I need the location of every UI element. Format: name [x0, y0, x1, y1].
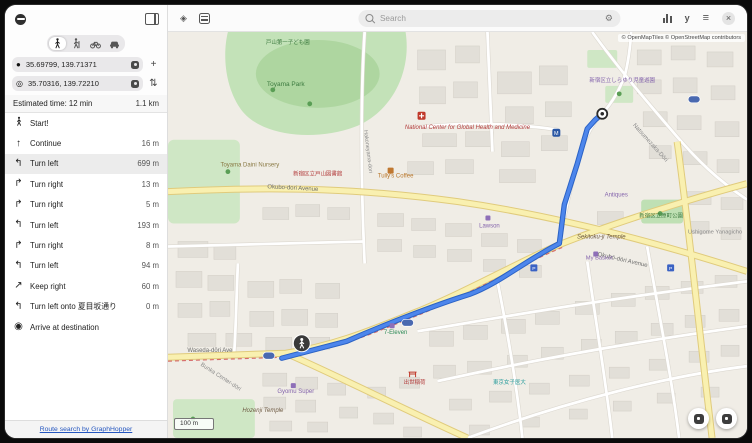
profile-bike-button[interactable]	[87, 37, 104, 50]
arrive-icon: ◉	[14, 321, 23, 333]
continue-icon: ↑	[16, 137, 21, 149]
turn-left-icon: ↰	[14, 300, 23, 312]
svg-text:Bunka Center-dōri: Bunka Center-dōri	[199, 362, 242, 393]
svg-text:M: M	[554, 131, 559, 137]
svg-text:Waseda-dōri Ave: Waseda-dōri Ave	[187, 348, 233, 354]
add-waypoint-button[interactable]: +	[147, 59, 160, 70]
turn-right-icon: ↱	[14, 239, 23, 251]
instruction-row[interactable]: ↰ Turn left onto 夏目坂通り 0 m	[5, 297, 167, 317]
metro-station-icon: M	[552, 128, 561, 137]
instruction-row[interactable]: ↑ Continue 16 m	[5, 133, 167, 153]
destination-input-row: ◎ ⇅	[5, 76, 167, 91]
close-button[interactable]: ×	[722, 11, 735, 25]
fit-route-icon	[693, 413, 704, 424]
search-bar[interactable]: ⚙	[357, 9, 620, 27]
start-marker-icon: ●	[16, 59, 21, 69]
turn-left-icon: ↰	[14, 219, 23, 231]
turn-right-icon: ↱	[14, 198, 23, 210]
turn-left-icon: ↰	[14, 259, 23, 271]
sidebar-toggle-icon[interactable]	[145, 13, 159, 25]
instruction-row[interactable]: ↱ Turn right 8 m	[5, 235, 167, 255]
svg-text:新宿区立原町公園: 新宿区立原町公園	[639, 212, 683, 220]
svg-text:新宿区立戸山図書館: 新宿区立戸山図書館	[293, 170, 343, 178]
destination-coordinate-input[interactable]	[25, 78, 128, 89]
instruction-row[interactable]: ↰ Turn left 193 m	[5, 215, 167, 235]
turn-right-icon: ↱	[14, 178, 23, 190]
locate-icon[interactable]	[131, 60, 139, 69]
walk-icon	[55, 38, 60, 49]
transit-icon[interactable]	[198, 12, 210, 24]
topbar: ◈ ⚙ y ≡ ×	[168, 5, 747, 32]
search-input[interactable]	[377, 12, 600, 24]
instruction-row[interactable]: ↗ Keep right 60 m	[5, 276, 167, 296]
filter-icon[interactable]: y	[685, 13, 690, 23]
svg-text:My Basket: My Basket	[586, 255, 613, 261]
map-attribution: © OpenMapTiles © OpenStreetMap contribut…	[617, 34, 745, 42]
directions-icon[interactable]: ◈	[180, 13, 187, 23]
svg-text:Toyama Park: Toyama Park	[267, 81, 306, 88]
map-canvas: M P P Toyama Park 戸山第一子ども園 National Cent…	[168, 32, 747, 438]
sidebar: ● + ◎ ⇅ Estimated time: 12 min 1.1 km	[5, 5, 168, 438]
map[interactable]: M P P Toyama Park 戸山第一子ども園 National Cent…	[168, 32, 747, 438]
bike-icon	[90, 41, 101, 48]
destination-marker-icon: ◎	[16, 78, 23, 88]
start-marker[interactable]	[292, 334, 311, 353]
sidebar-footer: Route search by GraphHopper	[5, 420, 167, 438]
instruction-row[interactable]: ↱ Turn right 13 m	[5, 174, 167, 194]
profile-foot-button[interactable]	[49, 37, 66, 50]
instruction-row[interactable]: ◉ Arrive at destination	[5, 317, 167, 337]
svg-text:出世稲荷: 出世稲荷	[404, 378, 426, 386]
search-icon	[364, 14, 373, 22]
svg-text:Toyama Daini Nursery: Toyama Daini Nursery	[220, 163, 279, 169]
svg-text:Gyomu Super: Gyomu Super	[277, 389, 314, 395]
app-window: ● + ◎ ⇅ Estimated time: 12 min 1.1 km	[5, 5, 747, 438]
profile-car-button[interactable]	[106, 37, 123, 50]
keep-right-icon: ↗	[14, 280, 23, 292]
hike-icon	[73, 38, 80, 49]
estimated-time: Estimated time: 12 min	[13, 99, 93, 108]
svg-text:新宿区立しらゆり児童遊園: 新宿区立しらゆり児童遊園	[589, 76, 655, 84]
walk-start-icon	[13, 116, 24, 130]
svg-text:Sekitoku-ji Temple: Sekitoku-ji Temple	[577, 234, 626, 240]
menu-icon[interactable]: ≡	[703, 12, 709, 24]
route-summary: Estimated time: 12 min 1.1 km	[5, 95, 167, 113]
svg-text:7-Eleven: 7-Eleven	[384, 330, 408, 336]
svg-text:National Center for Global Hea: National Center for Global Health and Me…	[405, 125, 531, 131]
locate-icon[interactable]	[131, 79, 139, 88]
settings-gear-icon[interactable]: ⚙	[605, 13, 613, 23]
svg-text:東京女子医大: 東京女子医大	[493, 378, 526, 386]
svg-text:戸山第一子ども園: 戸山第一子ども園	[266, 38, 310, 46]
instruction-row[interactable]: ↱ Turn right 5 m	[5, 195, 167, 215]
shrine-icon	[408, 371, 417, 378]
instruction-row[interactable]: Start!	[5, 113, 167, 133]
svg-text:Antiques: Antiques	[605, 193, 628, 199]
swap-locations-button[interactable]: ⇅	[147, 78, 160, 89]
car-icon	[110, 41, 119, 48]
app-menu-icon[interactable]	[15, 13, 26, 25]
svg-text:Tully's Coffee: Tully's Coffee	[378, 174, 414, 180]
turn-left-icon: ↰	[14, 157, 23, 169]
instruction-list: Start! ↑ Continue 16 m ↰ Turn left 699 m…	[5, 113, 167, 420]
stats-icon[interactable]	[663, 13, 672, 23]
sidebar-header	[5, 5, 167, 31]
total-distance: 1.1 km	[135, 99, 159, 108]
fit-route-button[interactable]	[688, 408, 709, 429]
destination-marker[interactable]	[596, 107, 609, 120]
profile-selector	[5, 35, 167, 52]
hospital-icon	[417, 111, 426, 120]
map-scale: 100 m	[174, 418, 214, 430]
graphhopper-link[interactable]: Route search by GraphHopper	[40, 426, 133, 433]
layers-button[interactable]	[716, 408, 737, 429]
instruction-row-highlighted[interactable]: ↰ Turn left 699 m	[5, 153, 167, 175]
svg-text:Lawson: Lawson	[479, 224, 500, 230]
svg-text:Hozenji Temple: Hozenji Temple	[242, 408, 284, 414]
layers-icon	[721, 413, 732, 424]
svg-text:Ushigome Yanagicho: Ushigome Yanagicho	[688, 230, 742, 236]
start-input-row: ● +	[5, 57, 167, 72]
start-coordinate-input[interactable]	[23, 59, 128, 70]
profile-hike-button[interactable]	[68, 37, 85, 50]
instruction-row[interactable]: ↰ Turn left 94 m	[5, 256, 167, 276]
